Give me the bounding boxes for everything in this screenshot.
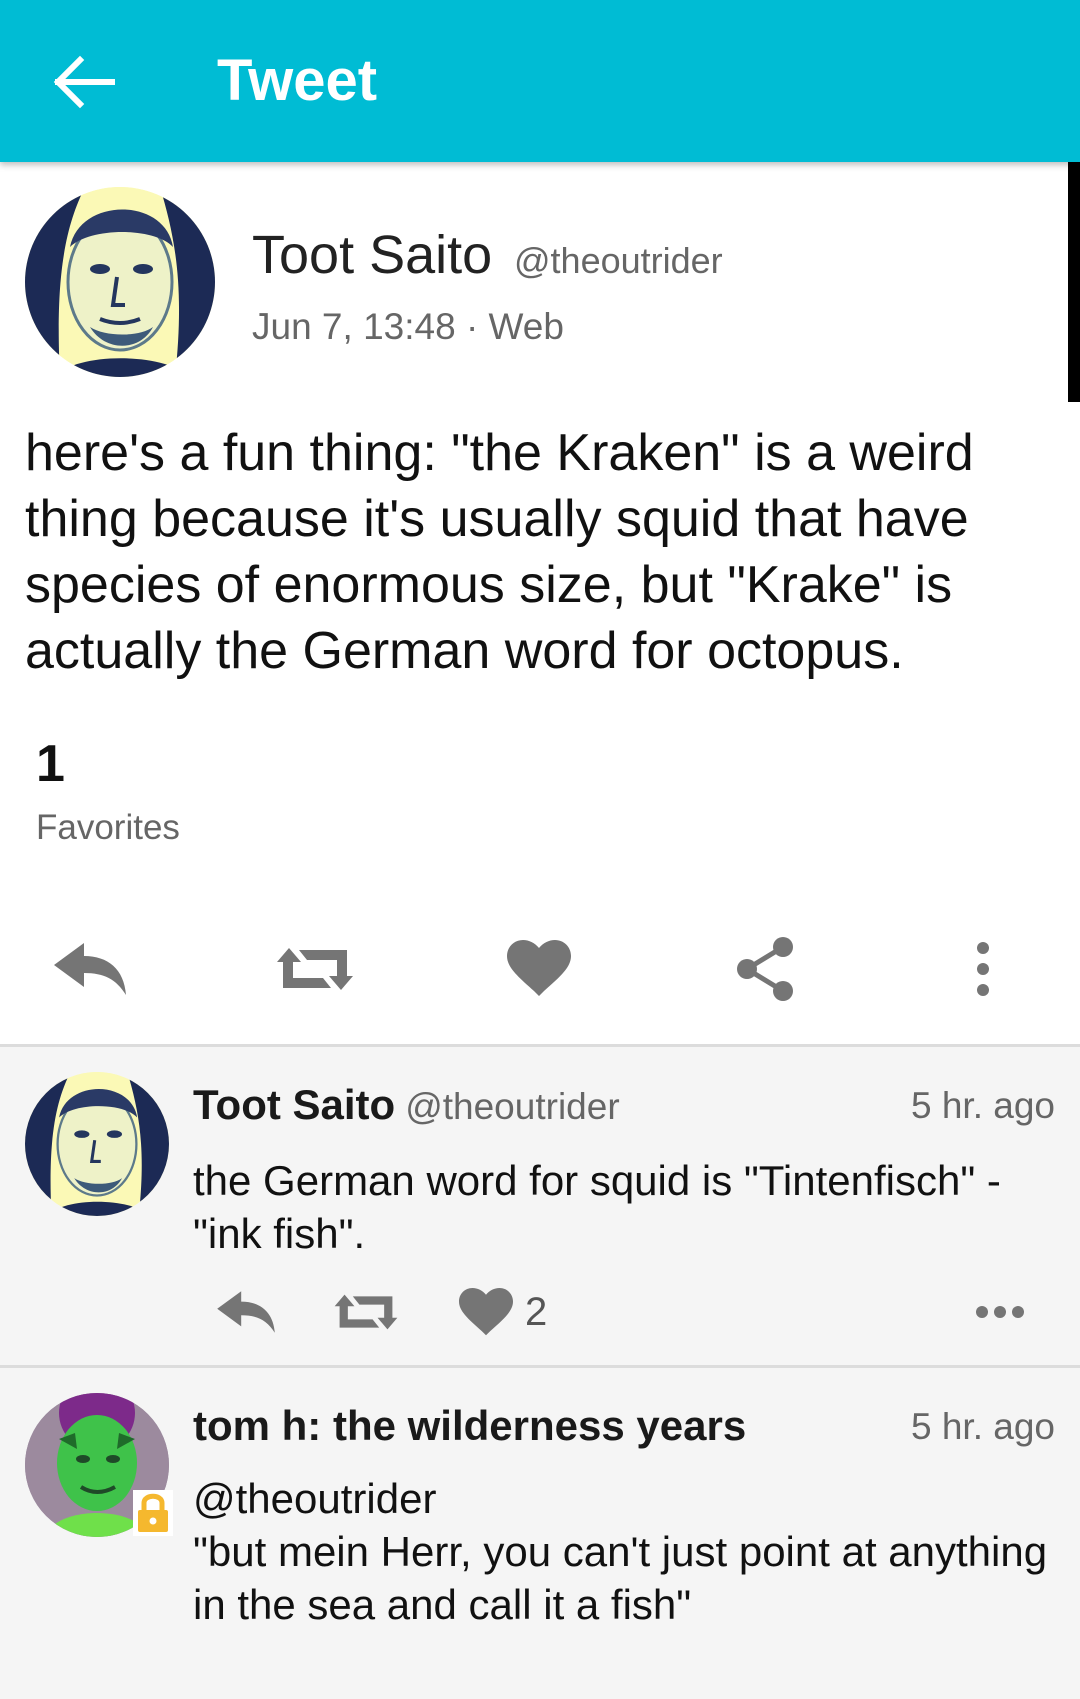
favorite-button[interactable]: 2 xyxy=(459,1277,547,1347)
retweet-button[interactable] xyxy=(333,1277,399,1347)
reply-author-name-text: Toot Saito xyxy=(193,1081,396,1128)
favorite-button[interactable] xyxy=(484,914,594,1024)
reply-item[interactable]: Toot Saito @theoutrider 5 hr. ago the Ger… xyxy=(0,1047,1080,1365)
tweet-action-bar xyxy=(0,914,1080,1034)
heart-icon xyxy=(459,1287,513,1335)
reply-author-name[interactable]: Toot Saito @theoutrider xyxy=(193,1081,620,1129)
scrollbar[interactable] xyxy=(1068,162,1080,402)
reply-author-name[interactable]: tom h: the wilderness years xyxy=(193,1402,746,1450)
reply-author-handle: @theoutrider xyxy=(405,1086,620,1127)
retweet-icon xyxy=(277,948,353,990)
reply-timestamp: 5 hr. ago xyxy=(910,1406,1055,1447)
reply-timestamp: 5 hr. ago xyxy=(910,1085,1055,1126)
app-bar: Tweet xyxy=(0,0,1080,162)
tweet-timestamp: Jun 7, 13:48 · Web xyxy=(252,306,564,347)
more-vertical-icon xyxy=(977,942,989,996)
reply-item[interactable]: tom h: the wilderness years 5 hr. ago @t… xyxy=(0,1368,1080,1699)
heart-icon xyxy=(507,940,571,996)
reply-button[interactable] xyxy=(213,1277,279,1347)
arrow-left-icon[interactable] xyxy=(50,52,120,112)
more-options-button[interactable] xyxy=(928,914,1038,1024)
app-bar-title: Tweet xyxy=(217,48,378,113)
reply-action-bar: 2 xyxy=(193,1277,1053,1347)
author-handle[interactable]: @theoutrider xyxy=(514,240,723,282)
tweet-text: here's a fun thing: "the Kraken" is a we… xyxy=(25,424,974,680)
favorites-label[interactable]: Favorites xyxy=(36,808,180,848)
main-tweet: Toot Saito @theoutrider Jun 7, 13:48 · W… xyxy=(0,162,1080,1044)
reply-icon xyxy=(54,943,126,995)
author-name[interactable]: Toot Saito xyxy=(252,224,492,286)
like-count: 2 xyxy=(525,1289,548,1334)
more-options-button[interactable] xyxy=(975,1277,1025,1347)
avatar[interactable] xyxy=(25,1072,169,1216)
reply-text: @theoutrider "but mein Herr, you can't j… xyxy=(193,1475,1048,1628)
reply-text: the German word for squid is "Tintenfisc… xyxy=(193,1157,1001,1257)
share-icon xyxy=(737,937,793,1001)
share-button[interactable] xyxy=(710,914,820,1024)
avatar[interactable] xyxy=(25,187,215,377)
more-horizontal-icon xyxy=(976,1306,1024,1318)
retweet-icon xyxy=(334,1294,398,1330)
lock-icon xyxy=(133,1490,173,1536)
retweet-button[interactable] xyxy=(260,914,370,1024)
favorites-count[interactable]: 1 xyxy=(36,734,65,794)
reply-button[interactable] xyxy=(35,914,145,1024)
reply-icon xyxy=(217,1291,275,1333)
